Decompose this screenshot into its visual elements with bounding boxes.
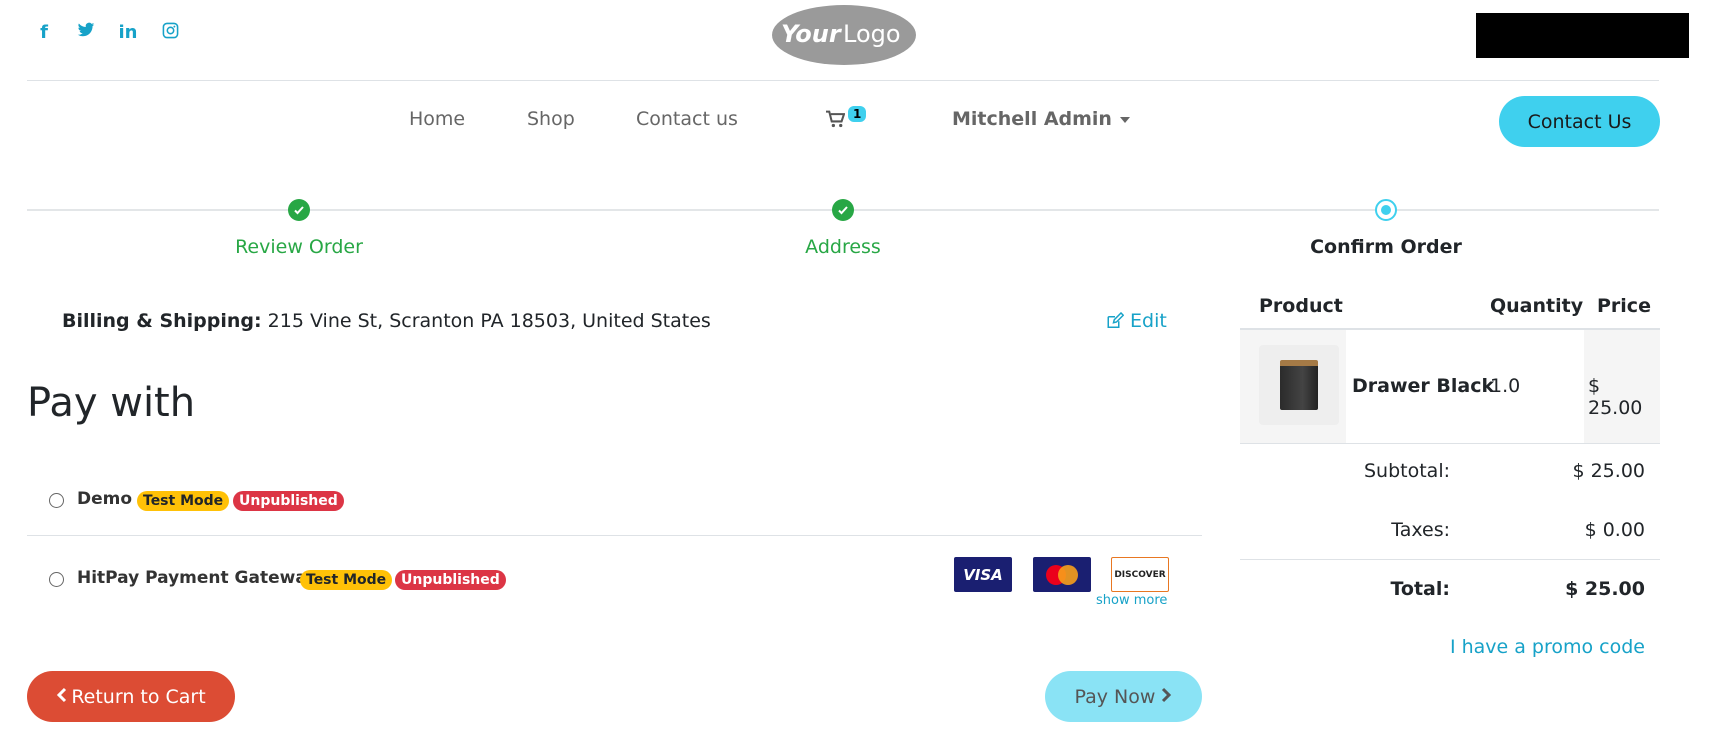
show-more-link[interactable]: show more (1096, 593, 1167, 608)
test-mode-badge: Test Mode (300, 570, 393, 590)
return-label: Return to Cart (71, 685, 206, 708)
pay-now-button[interactable]: Pay Now (1045, 671, 1202, 722)
product-name[interactable]: Drawer Black (1352, 375, 1494, 397)
total-value: $ 25.00 (1565, 578, 1645, 600)
promo-code-link[interactable]: I have a promo code (1450, 636, 1645, 658)
edit-label: Edit (1130, 310, 1167, 332)
discover-card-icon: DISCOVER (1111, 557, 1169, 592)
chevron-right-icon (1161, 686, 1172, 708)
payment-radio-hitpay[interactable] (49, 572, 64, 587)
payment-option-hitpay[interactable]: HitPay Payment Gateway Test Mode Unpubli… (27, 549, 1202, 609)
taxes-value: $ 0.00 (1584, 519, 1645, 541)
visa-card-icon: VISA (954, 557, 1012, 592)
step-confirm-order: Confirm Order (1310, 236, 1462, 258)
payment-radio-demo[interactable] (49, 493, 64, 508)
user-menu[interactable]: Mitchell Admin (952, 108, 1130, 130)
subtotal-label: Subtotal: (1363, 460, 1450, 482)
payment-name: Demo (77, 489, 133, 509)
step-address[interactable]: Address (723, 236, 963, 258)
col-product: Product (1259, 295, 1343, 317)
nav-contact[interactable]: Contact us (636, 108, 738, 130)
pay-with-heading: Pay with (27, 380, 196, 426)
taxes-label: Taxes: (1391, 519, 1450, 541)
contact-us-button[interactable]: Contact Us (1499, 96, 1660, 147)
site-logo[interactable]: Your Logo (771, 4, 917, 66)
header-divider (27, 80, 1659, 81)
check-icon (832, 199, 854, 221)
nav-home[interactable]: Home (409, 108, 465, 130)
col-quantity: Quantity (1490, 295, 1584, 317)
edit-address-link[interactable]: Edit (1106, 310, 1167, 332)
product-quantity: 1.0 (1490, 375, 1521, 397)
chevron-left-icon (56, 686, 67, 708)
pay-now-label: Pay Now (1074, 685, 1156, 708)
check-icon (288, 199, 310, 221)
redacted-block (1476, 13, 1689, 58)
total-divider (1240, 559, 1660, 560)
billing-label: Billing & Shipping: (62, 310, 262, 332)
product-image[interactable] (1259, 345, 1339, 425)
logo-text-logo: Logo (843, 20, 901, 48)
linkedin-icon[interactable]: in (117, 22, 139, 44)
billing-shipping-info: Billing & Shipping: 215 Vine St, Scranto… (62, 310, 711, 332)
product-price: $ 25.00 (1588, 375, 1643, 419)
instagram-icon[interactable] (159, 22, 181, 44)
chevron-down-icon (1119, 116, 1130, 123)
unpublished-badge: Unpublished (395, 570, 506, 590)
billing-address: 215 Vine St, Scranton PA 18503, United S… (267, 310, 711, 332)
payment-divider (27, 535, 1202, 536)
payment-option-demo[interactable]: Demo Test Mode Unpublished (27, 470, 1202, 530)
unpublished-badge: Unpublished (233, 491, 344, 511)
nav-shop[interactable]: Shop (527, 108, 575, 130)
current-step-indicator (1375, 199, 1397, 221)
col-price: Price (1597, 295, 1651, 317)
mastercard-card-icon (1033, 557, 1091, 592)
facebook-icon[interactable]: f (33, 22, 55, 44)
twitter-icon[interactable] (75, 22, 97, 44)
cart-icon[interactable] (825, 110, 846, 132)
logo-text-your: Your (781, 20, 843, 48)
social-links: f in (33, 22, 181, 44)
step-review-order[interactable]: Review Order (179, 236, 419, 258)
return-to-cart-button[interactable]: Return to Cart (27, 671, 235, 722)
subtotal-value: $ 25.00 (1572, 460, 1645, 482)
cart-count-badge: 1 (848, 106, 867, 122)
test-mode-badge: Test Mode (137, 491, 230, 511)
edit-icon (1107, 311, 1125, 328)
payment-name: HitPay Payment Gateway (77, 568, 318, 588)
user-name: Mitchell Admin (952, 108, 1112, 130)
total-label: Total: (1390, 578, 1450, 600)
summary-row-divider (1240, 443, 1660, 444)
